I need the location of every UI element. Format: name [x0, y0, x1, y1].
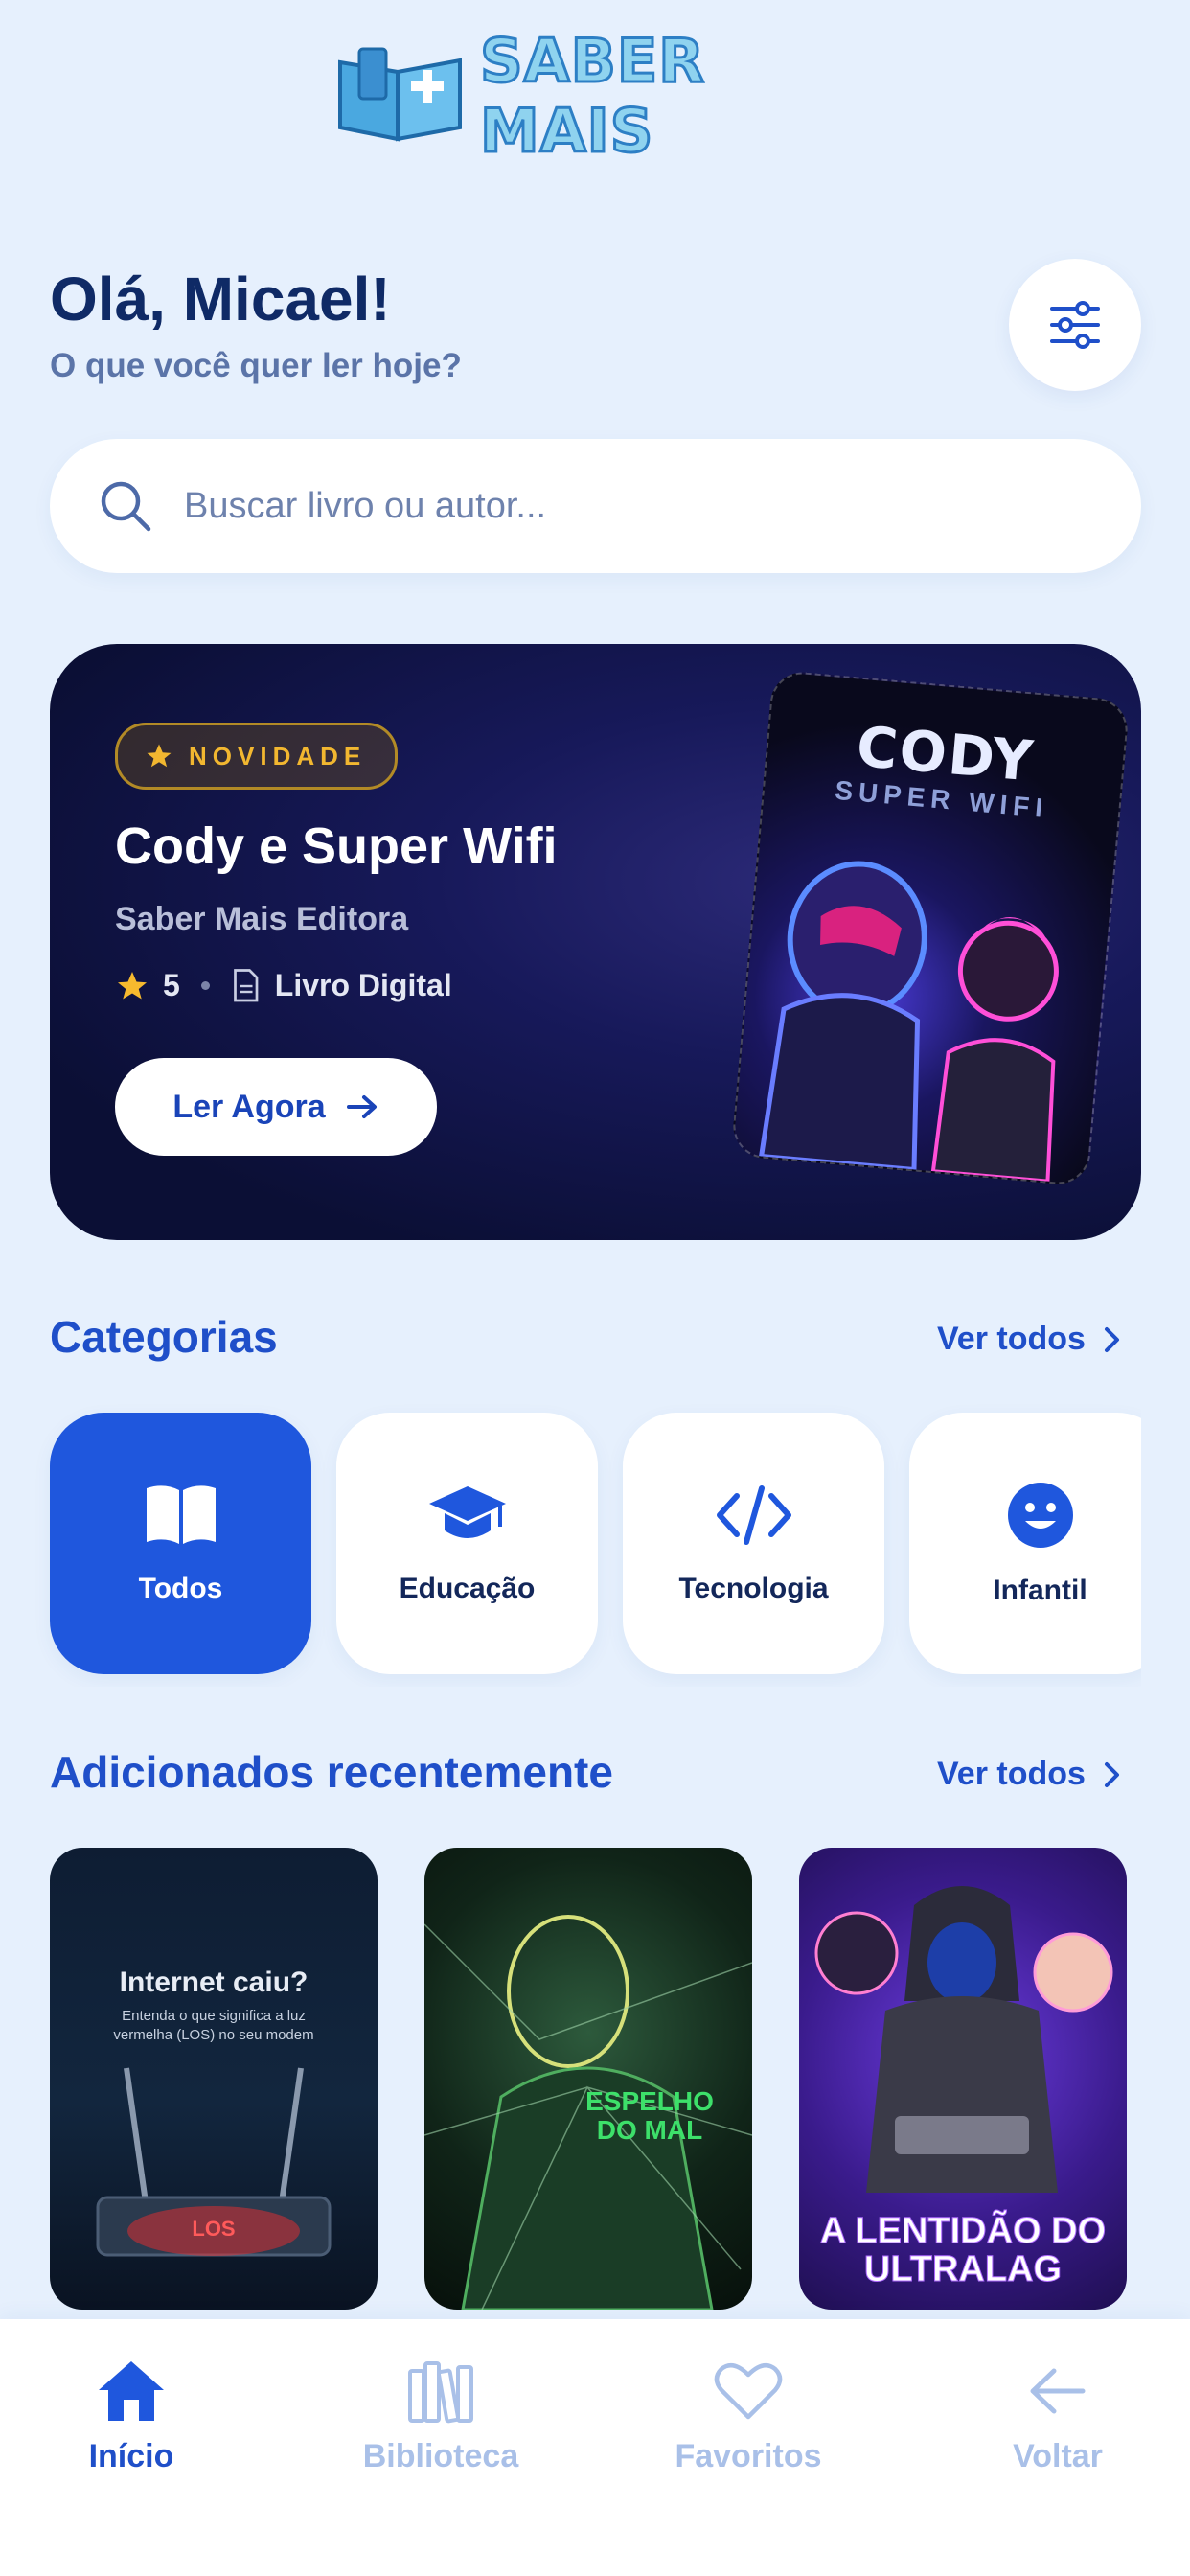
filter-button[interactable]: [1009, 259, 1141, 391]
chevron-right-icon: [1104, 1761, 1119, 1787]
read-now-button[interactable]: Ler Agora: [115, 1058, 437, 1156]
heart-icon: [714, 2362, 783, 2420]
book-card-internet-caiu[interactable]: Internet caiu? Entenda o que significa a…: [50, 1848, 378, 2310]
book-open-icon: [146, 1484, 216, 1544]
read-now-label: Ler Agora: [172, 1088, 326, 1125]
see-all-label: Ver todos: [937, 1321, 1086, 1357]
search-icon: [101, 481, 151, 532]
featured-format: Livro Digital: [274, 968, 452, 1002]
search-bar[interactable]: [50, 439, 1141, 573]
greeting-title: Olá, Micael!: [50, 264, 391, 334]
nav-label: Biblioteca: [362, 2438, 519, 2474]
nav-item-inicio[interactable]: Início: [7, 2358, 256, 2475]
category-educacao[interactable]: Educação: [336, 1413, 598, 1674]
cover-characters-illustration: [758, 861, 1059, 1184]
book-title: Internet caiu?: [119, 1966, 309, 1998]
star-icon: [147, 744, 172, 768]
category-label: Infantil: [993, 1574, 1087, 1606]
category-label: Todos: [138, 1572, 223, 1604]
rating-star-icon: [118, 971, 147, 999]
new-badge: NOVIDADE: [115, 723, 399, 790]
nav-item-voltar[interactable]: Voltar: [933, 2358, 1182, 2475]
nav-label: Início: [88, 2438, 174, 2474]
see-all-label: Ver todos: [937, 1756, 1086, 1792]
categories-carousel[interactable]: Todos Educação Tecnologia Infantil: [0, 1399, 1141, 1687]
search-input[interactable]: [182, 484, 1048, 528]
book-title: ESPELHO DO MAL: [585, 2086, 714, 2145]
app-logo: SABER MAIS: [331, 25, 862, 168]
document-icon: [233, 968, 259, 1001]
category-tecnologia[interactable]: Tecnologia: [623, 1413, 884, 1674]
nav-item-favoritos[interactable]: Favoritos: [624, 2358, 873, 2475]
nav-label: Voltar: [1013, 2438, 1103, 2474]
featured-cover[interactable]: CODY SUPER WIFI: [730, 669, 1131, 1187]
book-plus-logo-icon: [331, 43, 474, 149]
categories-see-all-link[interactable]: Ver todos: [937, 1321, 1122, 1358]
featured-title: Cody e Super Wifi: [115, 817, 558, 875]
category-label: Educação: [399, 1572, 536, 1604]
greeting-subtitle: O que você quer ler hoje?: [50, 347, 462, 384]
category-label: Tecnologia: [678, 1572, 829, 1604]
graduation-cap-icon: [428, 1485, 506, 1538]
bottom-navigation: Início Biblioteca Favoritos Voltar: [0, 2319, 1190, 2576]
recent-see-all-link[interactable]: Ver todos: [937, 1756, 1122, 1793]
library-icon: [408, 2361, 473, 2424]
chevron-right-icon: [1104, 1326, 1119, 1352]
meta-separator: [200, 981, 210, 990]
book-title: A LENTIDÃO DO ULTRALAG: [819, 2211, 1107, 2289]
arrow-left-icon: [1030, 2368, 1086, 2414]
nav-item-biblioteca[interactable]: Biblioteca: [316, 2358, 565, 2475]
cracked-glass-figure-illustration: [424, 1915, 752, 2310]
book-card-ultralag[interactable]: A LENTIDÃO DO ULTRALAG: [799, 1848, 1127, 2310]
book-card-espelho-do-mal[interactable]: ESPELHO DO MAL: [424, 1848, 752, 2310]
router-tag: LOS: [192, 2217, 236, 2241]
arrow-right-icon: [346, 1095, 377, 1118]
featured-publisher: Saber Mais Editora: [115, 901, 409, 937]
featured-banner[interactable]: NOVIDADE Cody e Super Wifi Saber Mais Ed…: [50, 644, 1141, 1240]
code-icon: [716, 1484, 791, 1545]
router-illustration: [96, 2067, 332, 2257]
home-icon: [99, 2361, 164, 2421]
badge-label: NOVIDADE: [189, 741, 367, 770]
category-todos[interactable]: Todos: [50, 1413, 311, 1674]
nav-label: Favoritos: [675, 2438, 822, 2474]
featured-meta: 5 Livro Digital: [115, 968, 452, 1003]
brand-name: SABER MAIS: [479, 25, 706, 168]
smiley-icon: [1007, 1482, 1073, 1548]
category-infantil[interactable]: Infantil: [909, 1413, 1141, 1674]
categories-title: Categorias: [50, 1312, 278, 1362]
recent-title: Adicionados recentemente: [50, 1747, 613, 1797]
sliders-icon: [1050, 301, 1100, 349]
featured-rating: 5: [163, 968, 180, 1002]
